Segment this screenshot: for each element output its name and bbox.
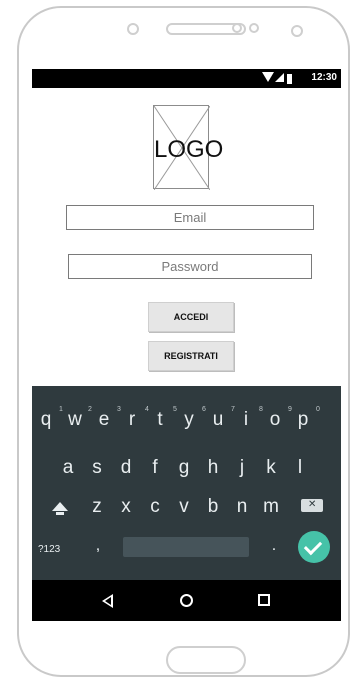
key-a[interactable]: a bbox=[58, 457, 78, 479]
key-u[interactable]: u bbox=[208, 409, 228, 431]
email-field[interactable]: Email bbox=[66, 205, 314, 230]
key-f[interactable]: f bbox=[145, 457, 165, 479]
key-hint-2: 2 bbox=[88, 406, 92, 413]
screen: 12:30 LOGO Email Password ACCEDI REGISTR… bbox=[32, 69, 341, 621]
key-hint-4: 4 bbox=[145, 406, 149, 413]
key-hint-8: 8 bbox=[259, 406, 263, 413]
space-bar[interactable] bbox=[123, 537, 249, 557]
hardware-home-button[interactable] bbox=[166, 646, 246, 674]
login-button[interactable]: ACCEDI bbox=[148, 302, 234, 332]
password-field[interactable]: Password bbox=[68, 254, 312, 279]
enter-check-icon bbox=[303, 536, 323, 556]
status-time: 12:30 bbox=[311, 72, 337, 83]
key-hint-1: 1 bbox=[59, 406, 63, 413]
key-x[interactable]: x bbox=[116, 496, 136, 518]
wifi-icon bbox=[262, 72, 274, 82]
status-bar: 12:30 bbox=[32, 69, 341, 88]
key-c[interactable]: c bbox=[145, 496, 165, 518]
symbols-key[interactable]: ?123 bbox=[38, 544, 60, 555]
key-w[interactable]: w bbox=[65, 409, 85, 431]
key-v[interactable]: v bbox=[174, 496, 194, 518]
key-comma[interactable]: , bbox=[88, 537, 108, 555]
sensor-dot bbox=[232, 23, 242, 33]
key-j[interactable]: j bbox=[232, 457, 252, 479]
key-z[interactable]: z bbox=[87, 496, 107, 518]
key-y[interactable]: y bbox=[179, 409, 199, 431]
shift-arrow bbox=[52, 502, 68, 511]
key-h[interactable]: h bbox=[203, 457, 223, 479]
key-q[interactable]: q bbox=[36, 409, 56, 431]
home-icon[interactable] bbox=[180, 594, 193, 607]
enter-key[interactable] bbox=[298, 531, 330, 563]
back-icon-inner bbox=[104, 596, 111, 605]
recent-apps-icon[interactable] bbox=[258, 594, 270, 606]
register-button[interactable]: REGISTRATI bbox=[148, 341, 234, 371]
key-n[interactable]: n bbox=[232, 496, 252, 518]
camera-dot bbox=[127, 23, 139, 35]
signal-icon bbox=[275, 73, 284, 82]
key-period[interactable]: . bbox=[264, 537, 284, 555]
key-hint-9: 9 bbox=[288, 406, 292, 413]
logo: LOGO bbox=[153, 105, 224, 190]
key-hint-6: 6 bbox=[202, 406, 206, 413]
key-l[interactable]: l bbox=[290, 457, 310, 479]
battery-icon bbox=[287, 72, 292, 84]
key-hint-5: 5 bbox=[173, 406, 177, 413]
key-r[interactable]: r bbox=[122, 409, 142, 431]
key-p[interactable]: p bbox=[293, 409, 313, 431]
key-b[interactable]: b bbox=[203, 496, 223, 518]
key-i[interactable]: i bbox=[236, 409, 256, 431]
front-camera-dot bbox=[291, 25, 303, 37]
navigation-bar bbox=[32, 580, 341, 621]
key-e[interactable]: e bbox=[94, 409, 114, 431]
shift-bar bbox=[56, 512, 64, 515]
key-g[interactable]: g bbox=[174, 457, 194, 479]
key-o[interactable]: o bbox=[265, 409, 285, 431]
backspace-icon[interactable]: ✕ bbox=[301, 499, 323, 512]
key-t[interactable]: t bbox=[150, 409, 170, 431]
key-hint-0: 0 bbox=[316, 406, 320, 413]
logo-text: LOGO bbox=[154, 136, 224, 163]
onscreen-keyboard: q w e r t y u i o p 1 2 3 4 5 6 7 8 9 0 … bbox=[32, 386, 341, 580]
key-s[interactable]: s bbox=[87, 457, 107, 479]
sensor-dot bbox=[249, 23, 259, 33]
key-k[interactable]: k bbox=[261, 457, 281, 479]
backspace-x: ✕ bbox=[308, 499, 317, 510]
key-hint-3: 3 bbox=[117, 406, 121, 413]
key-hint-7: 7 bbox=[231, 406, 235, 413]
key-d[interactable]: d bbox=[116, 457, 136, 479]
key-m[interactable]: m bbox=[261, 496, 281, 518]
